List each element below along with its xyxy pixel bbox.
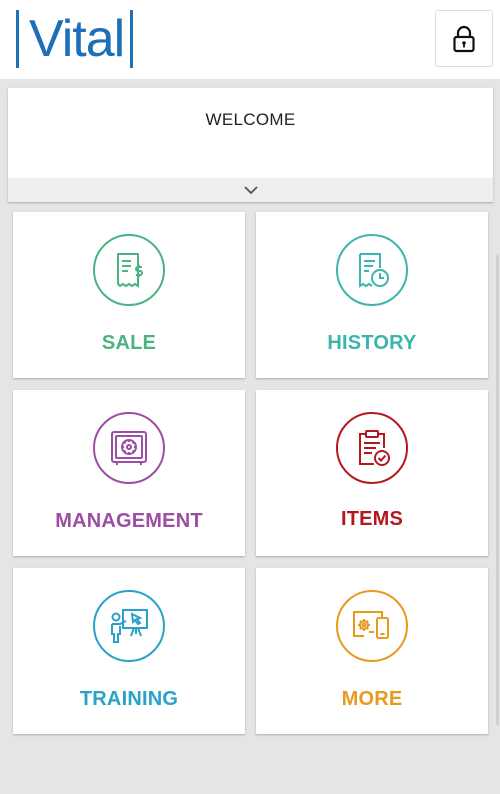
presenter-board-icon: [111, 609, 148, 643]
tile-training-label: TRAINING: [79, 688, 179, 710]
welcome-title: WELCOME: [205, 110, 296, 129]
tile-training[interactable]: TRAINING: [13, 568, 245, 734]
logo-right-bar: [130, 10, 134, 68]
app-header: Vital: [0, 0, 500, 79]
tile-management[interactable]: MANAGEMENT: [13, 390, 245, 556]
safe-icon: [111, 431, 147, 465]
tile-sale[interactable]: SALE: [13, 212, 245, 378]
clipboard-check-icon: [359, 430, 390, 466]
items-icon-circle: [336, 412, 408, 484]
tile-more[interactable]: MORE: [256, 568, 488, 734]
training-icon-circle: [93, 590, 165, 662]
lock-icon: [453, 25, 475, 52]
tile-history-label: HISTORY: [327, 332, 417, 354]
tile-sale-label: SALE: [101, 332, 157, 354]
management-icon-circle: [93, 412, 165, 484]
welcome-expand-toggle[interactable]: [8, 178, 493, 202]
tile-more-label: MORE: [341, 688, 403, 710]
logo-text: Vital: [29, 10, 125, 68]
more-icon-circle: [336, 590, 408, 662]
chevron-down-icon: [243, 186, 258, 195]
welcome-panel: WELCOME: [8, 88, 493, 202]
tile-items-label: ITEMS: [340, 508, 404, 530]
scrollbar-track[interactable]: [496, 255, 499, 725]
devices-gear-icon: [353, 611, 389, 639]
receipt-dollar-icon: [117, 253, 143, 288]
tile-history[interactable]: HISTORY: [256, 212, 488, 378]
tile-items[interactable]: ITEMS: [256, 390, 488, 556]
lock-button[interactable]: [435, 10, 493, 67]
vital-logo: Vital: [16, 10, 134, 68]
tile-management-label: MANAGEMENT: [55, 510, 203, 532]
history-icon-circle: [336, 234, 408, 306]
sale-icon-circle: [93, 234, 165, 306]
receipt-clock-icon: [359, 253, 389, 288]
